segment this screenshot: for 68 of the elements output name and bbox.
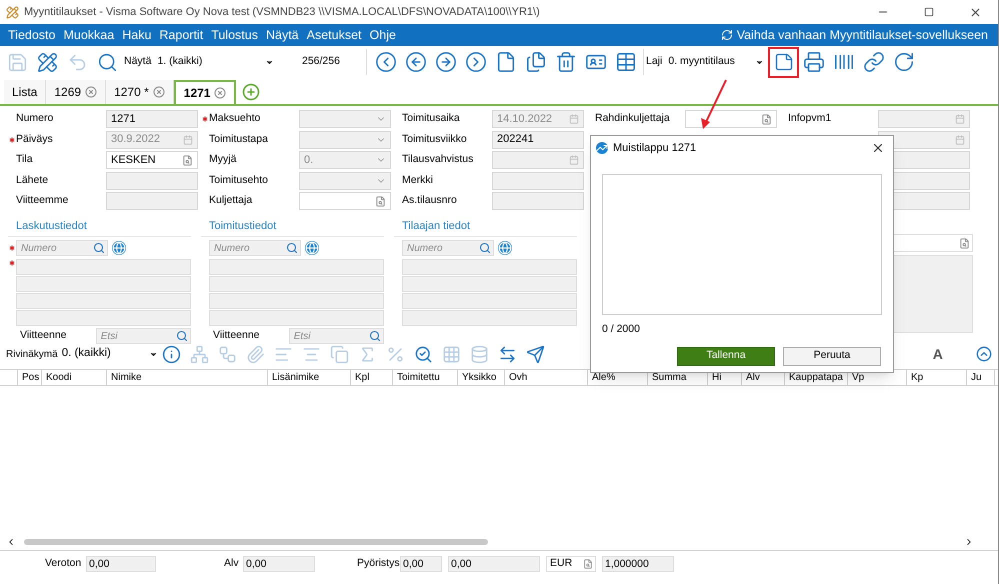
field-label: Viitteemme: [16, 193, 70, 208]
total-label: Pyöristys: [357, 556, 400, 572]
row-view-dropdown[interactable]: 0. (kaikki): [62, 345, 158, 363]
menu-item[interactable]: Asetukset: [302, 26, 366, 44]
font-button[interactable]: A: [932, 344, 943, 364]
type-dropdown[interactable]: Laji 0. myyntitilaus: [646, 51, 764, 73]
total-value: 0,00: [400, 556, 442, 572]
section-heading: Tilaajan tiedot: [394, 218, 577, 236]
row-view-label: Rivinäkymä: [6, 348, 58, 362]
column-header[interactable]: Nimike: [107, 370, 268, 385]
tab[interactable]: 1269: [46, 80, 106, 104]
input-field[interactable]: KESKEN: [106, 151, 198, 169]
field-label: Infopvm1: [788, 111, 832, 126]
total-value: 0,00: [86, 556, 156, 572]
column-header[interactable]: Pos: [18, 370, 42, 385]
column-header[interactable]: Toimitettu: [393, 370, 458, 385]
save-button[interactable]: Tallenna: [677, 346, 775, 366]
record-counter: 256/256: [302, 54, 341, 70]
total-value: 0,00: [243, 556, 315, 572]
window-title: Myyntitilaukset - Visma Software Oy Nova test (VSMNDB23 \\VISMA.LOCAL\DFS\NOVADATA\100\\YR1\): [24, 4, 540, 20]
total-label: Alv: [224, 556, 240, 572]
tab[interactable]: 1271: [174, 80, 236, 104]
column-header[interactable]: Koodi: [42, 370, 107, 385]
view-dropdown[interactable]: Näytä 1. (kaikki): [124, 51, 274, 73]
field-label: Kuljettaja: [209, 193, 254, 208]
menu-item[interactable]: Tiedosto: [4, 26, 60, 44]
field-label: Maksuehto: [209, 111, 262, 126]
column-header[interactable]: Yksikko: [458, 370, 505, 385]
field-label: Tila: [16, 152, 34, 168]
field-label: Myyjä: [209, 152, 238, 168]
field-label: Numero: [16, 111, 54, 126]
column-header[interactable]: Kp: [907, 370, 967, 385]
input-field[interactable]: 1271: [106, 110, 198, 128]
field-label: Rahdinkuljettaja: [595, 111, 671, 126]
field-label: Toimitusviikko: [402, 132, 468, 147]
input-field[interactable]: 202241: [492, 130, 584, 148]
field-label: Päiväys: [16, 132, 54, 147]
field-label: Tilausvahvistus: [402, 152, 474, 168]
menu-item[interactable]: Raportit: [155, 26, 208, 44]
menu-item[interactable]: Haku: [118, 26, 156, 44]
tab[interactable]: Lista: [4, 80, 46, 104]
column-header[interactable]: Ovh: [505, 370, 588, 385]
field-label: Viitteenne: [213, 328, 261, 344]
field-label: Lähete: [16, 172, 50, 188]
section-heading: Toimitustiedot: [201, 218, 384, 236]
cancel-button[interactable]: Peruuta: [783, 346, 881, 366]
character-counter: 0 / 2000: [602, 322, 641, 337]
menu-item[interactable]: Näytä: [262, 26, 303, 44]
field-label: Toimitusaika: [402, 111, 461, 126]
column-header[interactable]: Lisänimike: [268, 370, 351, 385]
rate-field: 1,000000: [602, 556, 674, 572]
menu-item[interactable]: Muokkaa: [59, 26, 118, 44]
field-label: Toimitustapa: [209, 132, 269, 147]
field-label: Viitteenne: [20, 328, 68, 344]
column-header[interactable]: Ju: [967, 370, 995, 385]
currency-field[interactable]: EUR: [546, 556, 596, 572]
section-heading: Laskutustiedot: [8, 218, 191, 236]
dialog-title: Muistilappu 1271: [613, 140, 698, 156]
total-value: 0,00: [448, 556, 540, 572]
column-header[interactable]: Kpl: [351, 370, 393, 385]
total-label: Veroton: [45, 556, 82, 572]
menu-item[interactable]: Ohje: [366, 26, 400, 44]
switch-app-link[interactable]: Vaihda vanhaan Myyntitilaukset-sovellukseen: [720, 26, 994, 44]
menu-item[interactable]: Tulostus: [207, 26, 262, 44]
tab[interactable]: 1270 *: [106, 80, 174, 104]
field-label: As.tilausnro: [402, 193, 458, 208]
field-label: Toimitusehto: [209, 172, 269, 188]
field-label: Merkki: [402, 172, 434, 188]
